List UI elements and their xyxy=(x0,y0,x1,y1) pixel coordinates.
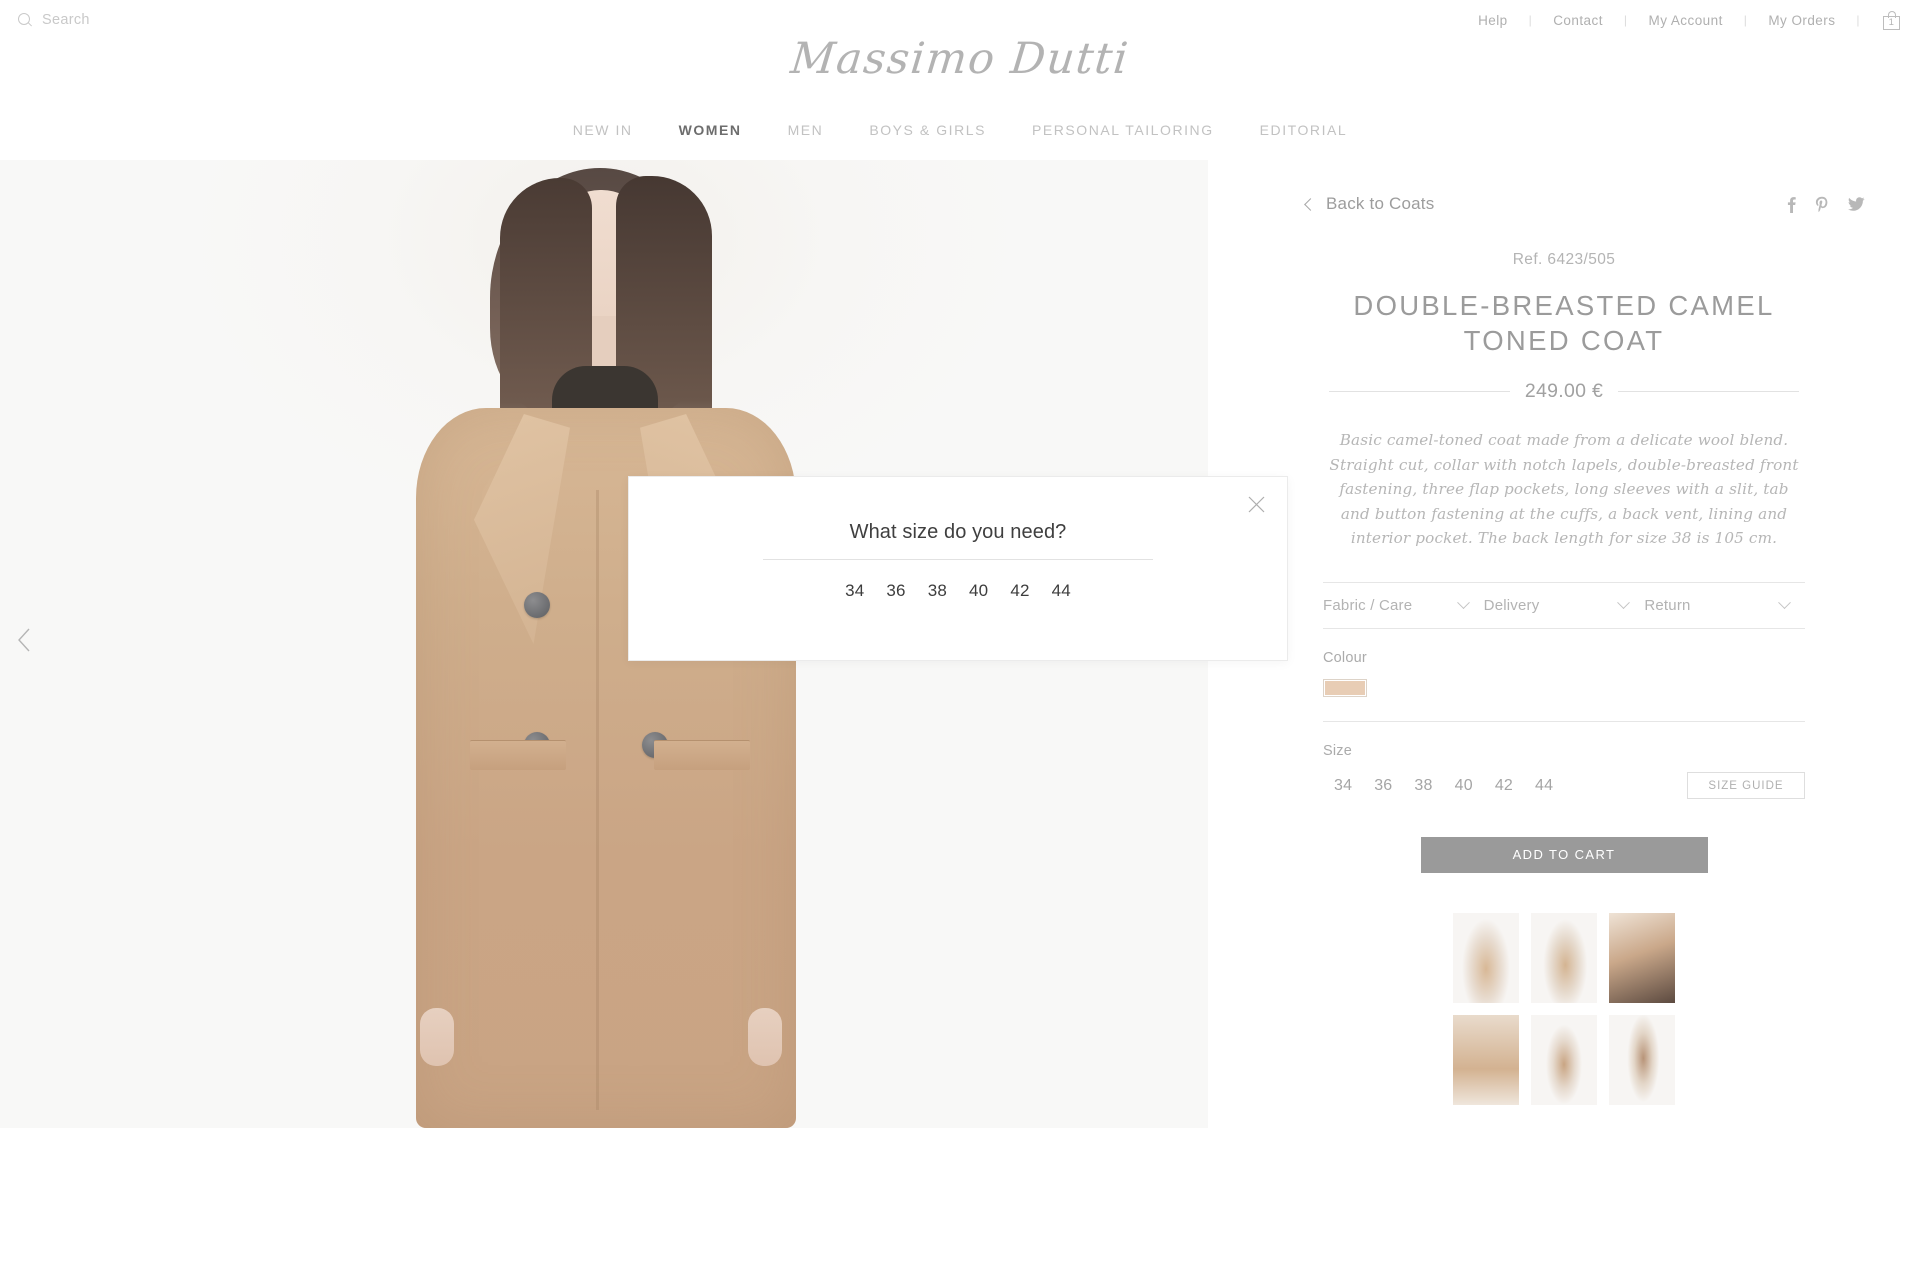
brand-logo[interactable]: Massimo Dutti xyxy=(0,34,1920,84)
nav-item-boys-and-girls[interactable]: BOYS & GIRLS xyxy=(846,122,1009,138)
thumbnail-1[interactable] xyxy=(1453,912,1519,1003)
close-icon xyxy=(1248,496,1264,512)
cart-count-badge: 1 xyxy=(1888,16,1895,28)
modal-title: What size do you need? xyxy=(849,521,1067,543)
accordion-delivery-label: Delivery xyxy=(1483,596,1540,614)
size-option-34[interactable]: 34 xyxy=(1323,771,1363,801)
panel-top-row: Back to Coats xyxy=(1208,160,1920,214)
utility-links: Help | Contact | My Account | My Orders … xyxy=(1476,10,1900,30)
size-selection-modal: What size do you need? 34 36 38 40 42 44 xyxy=(628,476,1288,661)
pinterest-icon[interactable] xyxy=(1815,196,1829,213)
modal-size-option-36[interactable]: 36 xyxy=(883,579,908,603)
modal-size-option-34[interactable]: 34 xyxy=(842,579,867,603)
back-to-coats-label: Back to Coats xyxy=(1326,194,1435,213)
modal-size-option-38[interactable]: 38 xyxy=(925,579,950,603)
colour-swatch-camel[interactable] xyxy=(1323,678,1367,697)
chevron-left-icon xyxy=(18,628,30,652)
back-to-coats-link[interactable]: Back to Coats xyxy=(1304,194,1435,214)
size-guide-button[interactable]: SIZE GUIDE xyxy=(1687,772,1805,799)
utility-separator: | xyxy=(1856,13,1860,27)
chevron-down-icon xyxy=(1456,595,1470,609)
accordion-return-label: Return xyxy=(1644,596,1691,614)
facebook-icon[interactable] xyxy=(1787,196,1796,213)
size-selector: 34 36 38 40 42 44 SIZE GUIDE xyxy=(1323,771,1805,801)
page-title: DOUBLE-BREASTED CAMEL TONED COAT xyxy=(1353,290,1775,356)
product-details-panel: Back to Coats Ref. 6423/505 DOUBLE-BREAS… xyxy=(1208,160,1920,1160)
size-option-38[interactable]: 38 xyxy=(1403,771,1443,801)
modal-size-option-44[interactable]: 44 xyxy=(1049,579,1074,603)
shopping-bag-icon[interactable]: 1 xyxy=(1883,10,1900,30)
product-price: 249.00 € xyxy=(1524,380,1604,402)
size-option-42[interactable]: 42 xyxy=(1484,771,1524,801)
thumbnail-6[interactable] xyxy=(1609,1014,1675,1105)
product-description: Basic camel-toned coat made from a delic… xyxy=(1329,431,1799,547)
utility-separator: | xyxy=(1528,13,1533,27)
chevron-left-icon xyxy=(1304,197,1317,211)
size-option-36[interactable]: 36 xyxy=(1363,771,1403,801)
main-navigation: NEW IN WOMEN MEN BOYS & GIRLS PERSONAL T… xyxy=(0,122,1920,138)
search-input[interactable]: Search xyxy=(18,12,90,28)
modal-size-option-40[interactable]: 40 xyxy=(966,579,991,603)
chevron-down-icon xyxy=(1617,595,1631,609)
colour-label: Colour xyxy=(1323,649,1367,666)
utility-link-help[interactable]: Help xyxy=(1476,13,1510,28)
thumbnail-grid xyxy=(1453,912,1675,1105)
size-option-40[interactable]: 40 xyxy=(1444,771,1484,801)
thumbnail-2[interactable] xyxy=(1531,912,1597,1003)
utility-separator: | xyxy=(1743,13,1748,27)
accordion-delivery[interactable]: Delivery xyxy=(1484,583,1645,628)
modal-close-button[interactable] xyxy=(1243,491,1269,517)
add-to-cart-button[interactable]: ADD TO CART xyxy=(1420,836,1708,873)
price-rule-left xyxy=(1329,391,1510,392)
nav-item-new-in[interactable]: NEW IN xyxy=(550,122,656,138)
price-row: 249.00 € xyxy=(1329,380,1799,403)
nav-item-men[interactable]: MEN xyxy=(765,122,847,138)
accordion-return[interactable]: Return xyxy=(1644,583,1805,628)
gallery-prev-button[interactable] xyxy=(2,610,46,670)
twitter-icon[interactable] xyxy=(1848,197,1865,211)
utility-link-my-account[interactable]: My Account xyxy=(1647,13,1725,28)
modal-size-list: 34 36 38 40 42 44 xyxy=(629,579,1287,603)
thumbnail-5[interactable] xyxy=(1531,1014,1597,1105)
colour-divider xyxy=(1323,720,1805,722)
chevron-down-icon xyxy=(1778,595,1791,609)
accordion-fabric-care[interactable]: Fabric / Care xyxy=(1323,583,1484,628)
size-option-44[interactable]: 44 xyxy=(1524,771,1564,801)
thumbnail-4[interactable] xyxy=(1453,1014,1519,1105)
search-icon xyxy=(18,12,33,28)
colour-swatch-list xyxy=(1323,678,1805,697)
size-label: Size xyxy=(1323,742,1353,759)
page-root: Search Help | Contact | My Account | My … xyxy=(0,0,1920,1280)
modal-divider xyxy=(763,559,1153,560)
product-info-accordions: Fabric / Care Delivery Return xyxy=(1323,581,1805,629)
utility-link-my-orders[interactable]: My Orders xyxy=(1766,13,1837,28)
social-share-row xyxy=(1787,196,1865,213)
price-rule-right xyxy=(1618,391,1799,392)
utility-separator: | xyxy=(1623,13,1628,27)
modal-size-option-42[interactable]: 42 xyxy=(1007,579,1032,603)
product-reference: Ref. 6423/505 xyxy=(1512,251,1616,268)
nav-item-editorial[interactable]: EDITORIAL xyxy=(1237,122,1371,138)
search-placeholder: Search xyxy=(42,12,90,28)
nav-item-women[interactable]: WOMEN xyxy=(656,122,765,138)
nav-item-personal-tailoring[interactable]: PERSONAL TAILORING xyxy=(1009,122,1237,138)
thumbnail-3[interactable] xyxy=(1609,912,1675,1003)
accordion-fabric-care-label: Fabric / Care xyxy=(1323,596,1413,614)
utility-link-contact[interactable]: Contact xyxy=(1551,13,1605,28)
brand-name: Massimo Dutti xyxy=(788,34,1132,84)
